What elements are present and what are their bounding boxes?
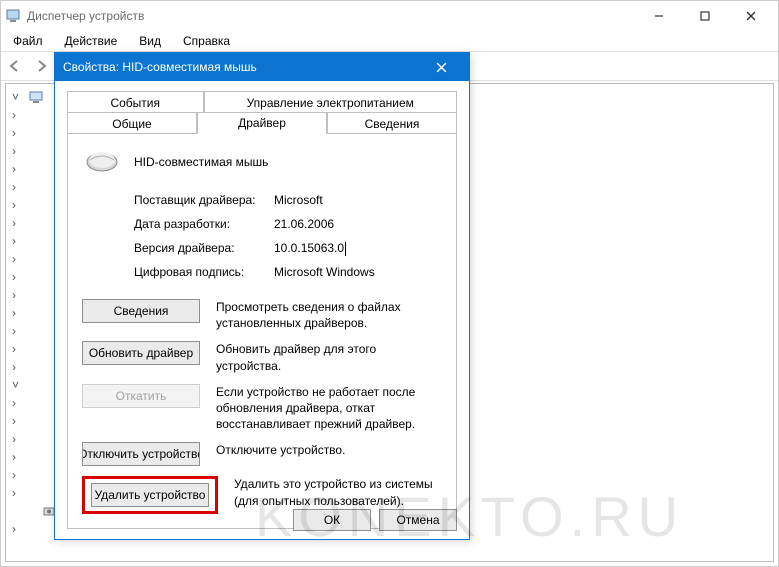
chevron-right-icon[interactable]: › — [12, 522, 24, 536]
dm-title: Диспетчер устройств — [27, 9, 144, 23]
chevron-right-icon[interactable]: › — [12, 306, 24, 320]
update-driver-desc: Обновить драйвер для этого устройства. — [216, 341, 442, 373]
maximize-button[interactable] — [682, 2, 728, 30]
menu-action[interactable]: Действие — [55, 32, 128, 50]
chevron-right-icon[interactable]: › — [12, 270, 24, 284]
uninstall-device-button[interactable]: Удалить устройство — [91, 483, 209, 507]
chevron-down-icon[interactable]: ˅ — [12, 378, 24, 392]
chevron-right-icon[interactable]: › — [12, 324, 24, 338]
cancel-button[interactable]: Отмена — [379, 509, 457, 531]
computer-icon — [28, 89, 44, 105]
chevron-right-icon[interactable]: › — [12, 468, 24, 482]
chevron-right-icon[interactable]: › — [12, 144, 24, 158]
driver-details-desc: Просмотреть сведения о файлах установлен… — [216, 299, 442, 331]
date-label: Дата разработки: — [134, 217, 274, 231]
tab-events[interactable]: События — [67, 91, 204, 113]
chevron-right-icon[interactable]: › — [12, 198, 24, 212]
chevron-right-icon[interactable]: › — [12, 396, 24, 410]
tab-details[interactable]: Сведения — [327, 112, 457, 134]
menu-file[interactable]: Файл — [3, 32, 53, 50]
chevron-right-icon[interactable]: › — [12, 432, 24, 446]
chevron-right-icon[interactable]: › — [12, 486, 24, 500]
device-manager-icon — [5, 8, 21, 24]
device-name: HID-совместимая мышь — [134, 155, 268, 169]
uninstall-device-desc: Удалить это устройство из системы (для о… — [234, 476, 442, 508]
tab-power[interactable]: Управление электропитанием — [204, 91, 458, 113]
properties-dialog: Свойства: HID-совместимая мышь События У… — [54, 52, 470, 540]
tab-driver[interactable]: Драйвер — [197, 112, 327, 134]
props-close-button[interactable] — [421, 53, 461, 81]
chevron-right-icon[interactable]: › — [12, 450, 24, 464]
props-titlebar[interactable]: Свойства: HID-совместимая мышь — [55, 53, 469, 81]
mouse-icon — [82, 146, 122, 177]
forward-icon[interactable] — [31, 56, 51, 76]
menu-view[interactable]: Вид — [129, 32, 171, 50]
chevron-right-icon[interactable]: › — [12, 342, 24, 356]
tab-panel-driver: HID-совместимая мышь Поставщик драйвера:… — [67, 133, 457, 529]
chevron-right-icon[interactable]: › — [12, 360, 24, 374]
chevron-right-icon[interactable]: › — [12, 126, 24, 140]
chevron-right-icon[interactable]: › — [12, 252, 24, 266]
provider-label: Поставщик драйвера: — [134, 193, 274, 207]
version-label: Версия драйвера: — [134, 241, 274, 255]
text-caret — [345, 242, 346, 256]
menu-help[interactable]: Справка — [173, 32, 240, 50]
provider-value: Microsoft — [274, 193, 442, 207]
dm-titlebar[interactable]: Диспетчер устройств — [1, 1, 778, 31]
chevron-right-icon[interactable]: › — [12, 162, 24, 176]
driver-details-button[interactable]: Сведения — [82, 299, 200, 323]
close-button[interactable] — [728, 2, 774, 30]
chevron-down-icon[interactable]: ˅ — [12, 90, 24, 104]
date-value: 21.06.2006 — [274, 217, 442, 231]
chevron-right-icon[interactable]: › — [12, 234, 24, 248]
minimize-button[interactable] — [636, 2, 682, 30]
signer-value: Microsoft Windows — [274, 265, 442, 279]
chevron-right-icon[interactable]: › — [12, 288, 24, 302]
chevron-right-icon[interactable]: › — [12, 216, 24, 230]
props-title: Свойства: HID-совместимая мышь — [63, 60, 257, 74]
tabs: События Управление электропитанием Общие… — [67, 89, 457, 134]
chevron-right-icon[interactable]: › — [12, 180, 24, 194]
disable-device-desc: Отключите устройство. — [216, 442, 442, 458]
tab-general[interactable]: Общие — [67, 112, 197, 134]
chevron-right-icon[interactable]: › — [12, 108, 24, 122]
rollback-driver-desc: Если устройство не работает после обновл… — [216, 384, 442, 433]
uninstall-highlight: Удалить устройство — [82, 476, 218, 514]
back-icon[interactable] — [5, 56, 25, 76]
rollback-driver-button: Откатить — [82, 384, 200, 408]
disable-device-button[interactable]: Отключить устройство — [82, 442, 200, 466]
dm-menubar: Файл Действие Вид Справка — [1, 31, 778, 51]
chevron-right-icon[interactable]: › — [12, 414, 24, 428]
update-driver-button[interactable]: Обновить драйвер — [82, 341, 200, 365]
ok-button[interactable]: ОК — [293, 509, 371, 531]
version-value: 10.0.15063.0 — [274, 241, 344, 255]
signer-label: Цифровая подпись: — [134, 265, 274, 279]
